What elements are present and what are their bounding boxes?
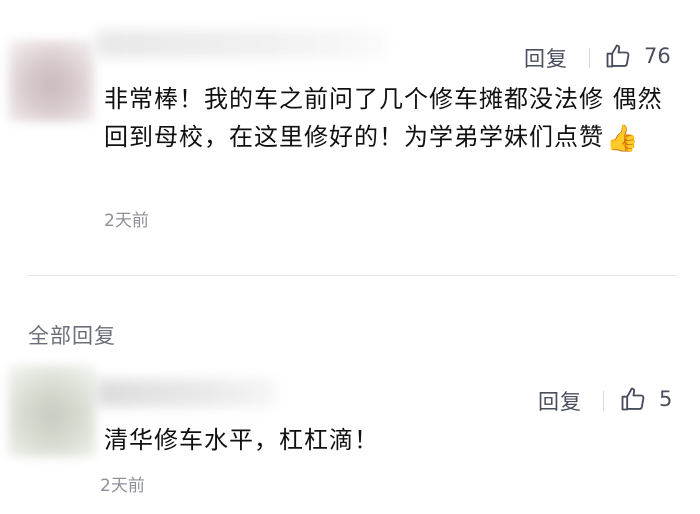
like-button[interactable]: 5 bbox=[619, 385, 672, 413]
comment-timestamp: 2天前 bbox=[104, 211, 149, 231]
action-divider bbox=[589, 48, 590, 68]
action-divider bbox=[603, 391, 604, 411]
all-replies-heading: 全部回复 bbox=[28, 324, 116, 348]
comment-item: 回复 76 非常棒！我的车之前问了几个修车摊都没法修 偶然回到母校，在这里修好的… bbox=[0, 28, 700, 273]
divider bbox=[28, 275, 678, 276]
avatar[interactable] bbox=[8, 365, 96, 457]
thumbs-up-emoji-icon: 👍 bbox=[606, 124, 640, 154]
reply-button[interactable]: 回复 bbox=[524, 43, 568, 73]
comment-timestamp: 2天前 bbox=[100, 476, 145, 496]
comment-item: 回复 5 清华修车水平，杠杠滴！ 2天前 bbox=[0, 365, 700, 514]
thumbs-up-icon bbox=[621, 387, 645, 411]
comment-text: 清华修车水平，杠杠滴！ bbox=[104, 426, 379, 454]
username-redacted[interactable] bbox=[96, 379, 276, 407]
reply-button[interactable]: 回复 bbox=[538, 386, 582, 416]
like-button[interactable]: 76 bbox=[604, 42, 671, 70]
comment-text-body: 非常棒！我的车之前问了几个修车摊都没法修 偶然回到母校，在这里修好的！为学弟学妹… bbox=[104, 85, 663, 151]
like-count: 5 bbox=[659, 387, 673, 411]
like-count: 76 bbox=[644, 44, 671, 68]
thumbs-up-icon bbox=[606, 44, 630, 68]
username-redacted[interactable] bbox=[96, 30, 386, 58]
avatar[interactable] bbox=[8, 40, 94, 122]
comment-text: 非常棒！我的车之前问了几个修车摊都没法修 偶然回到母校，在这里修好的！为学弟学妹… bbox=[104, 80, 684, 158]
